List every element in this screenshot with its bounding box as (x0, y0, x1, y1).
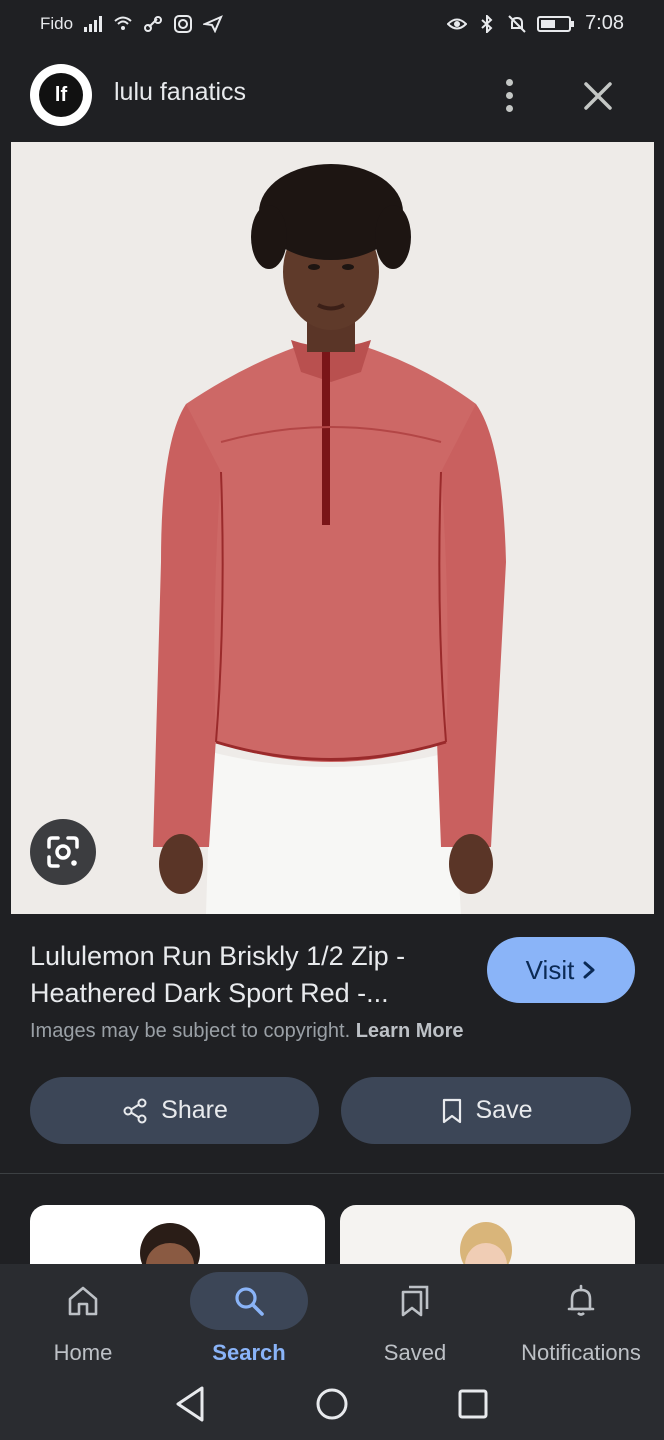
recents-icon[interactable] (458, 1389, 488, 1419)
battery-icon (537, 15, 575, 32)
site-name[interactable]: lulu fanatics (114, 78, 246, 107)
nav-home-label: Home (53, 1340, 113, 1365)
saved-icon (401, 1285, 429, 1317)
nav-home-icon-wrap (24, 1272, 142, 1330)
back-icon[interactable] (176, 1386, 204, 1422)
product-photo (11, 142, 654, 914)
clock: 7:08 (585, 12, 624, 34)
home-icon (68, 1286, 98, 1316)
nav-notifications[interactable]: Notifications (498, 1264, 664, 1376)
eye-icon (447, 18, 468, 29)
more-options-icon[interactable] (492, 72, 526, 118)
lens-search-button[interactable] (30, 819, 96, 885)
share-icon (123, 1098, 147, 1123)
save-label: Save (475, 1096, 533, 1124)
home-circle-icon[interactable] (316, 1388, 348, 1420)
nav-notifications-icon-wrap (522, 1272, 640, 1330)
nav-saved-icon-wrap (356, 1272, 474, 1330)
result-title-line2: Heathered Dark Sport Red -... (30, 978, 389, 1008)
status-bar: Fido 7:08 (0, 0, 664, 48)
send-icon (203, 15, 223, 33)
nav-saved-label: Saved (383, 1340, 447, 1365)
image-viewer-header: lf lulu fanatics (0, 48, 664, 142)
nav-notifications-label: Notifications (521, 1340, 641, 1365)
product-image[interactable] (11, 142, 654, 914)
system-navigation-bar (0, 1376, 664, 1440)
instagram-icon (174, 15, 193, 33)
wifi-icon (114, 16, 132, 30)
chevron-right-icon (583, 961, 595, 979)
learn-more-link[interactable]: Learn More (356, 1020, 464, 1042)
nav-home[interactable]: Home (0, 1264, 166, 1376)
site-logo-text: lf (39, 73, 83, 117)
site-logo[interactable]: lf (30, 64, 92, 126)
nav-saved[interactable]: Saved (332, 1264, 498, 1376)
bookmark-icon (442, 1098, 461, 1123)
bluetooth-icon (481, 14, 493, 33)
nav-search-label: Search (212, 1340, 286, 1365)
nav-search[interactable]: Search (166, 1264, 332, 1376)
search-icon (235, 1287, 264, 1316)
lens-icon (47, 836, 79, 868)
result-title[interactable]: Lululemon Run Briskly 1/2 Zip - Heathere… (30, 938, 470, 1012)
mute-bell-icon (508, 14, 526, 33)
copyright-text: Images may be subject to copyright. (30, 1020, 351, 1042)
carrier-label: Fido (40, 14, 74, 33)
signal-icon (84, 16, 103, 32)
save-button[interactable]: Save (341, 1077, 631, 1144)
copyright-notice: Images may be subject to copyright. Lear… (30, 1020, 464, 1043)
section-divider (0, 1173, 664, 1174)
close-icon[interactable] (578, 76, 618, 116)
share-button[interactable]: Share (30, 1077, 319, 1144)
link-icon (144, 16, 163, 32)
visit-label: Visit (525, 954, 575, 985)
bottom-navigation: Home Search Saved Notifications (0, 1264, 664, 1376)
nav-search-icon-wrap (190, 1272, 308, 1330)
bell-icon (567, 1284, 595, 1316)
visit-button[interactable]: Visit (487, 937, 635, 1003)
result-title-line1: Lululemon Run Briskly 1/2 Zip - (30, 941, 406, 971)
share-label: Share (161, 1096, 228, 1124)
